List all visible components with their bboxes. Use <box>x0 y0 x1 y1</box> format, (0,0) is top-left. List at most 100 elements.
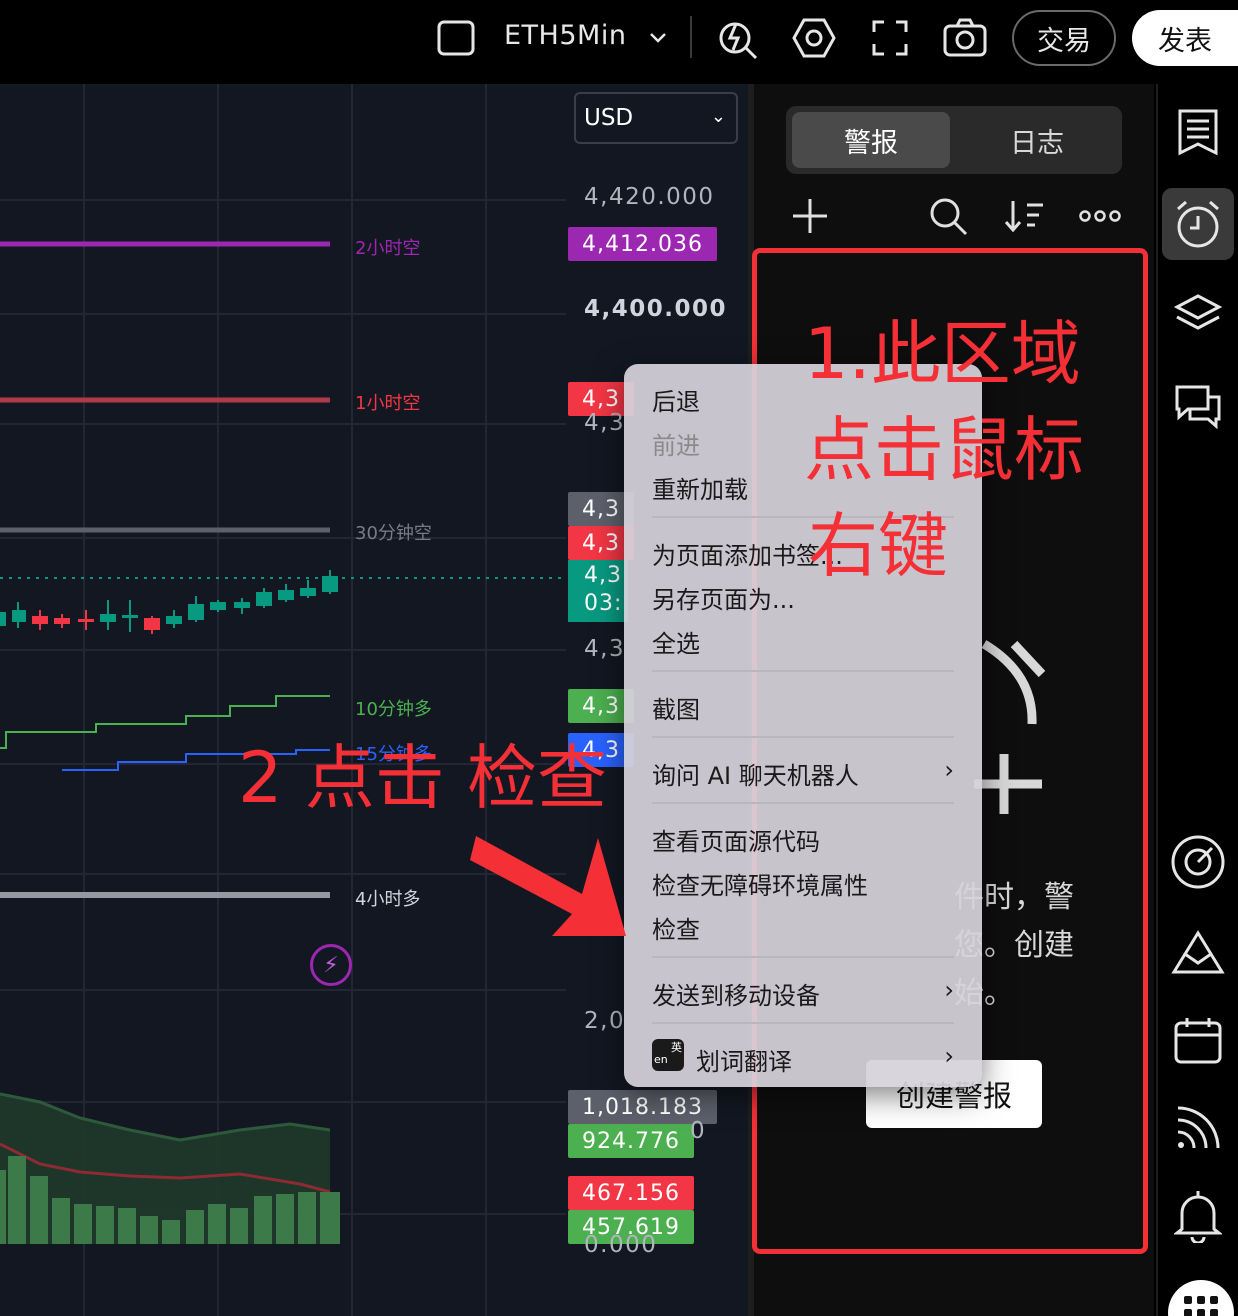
chevron-down-icon <box>650 33 666 43</box>
sidebar-item-alerts[interactable] <box>1162 188 1234 260</box>
menu-item-ask-ai[interactable]: 询问 AI 聊天机器人 <box>652 756 859 791</box>
add-alert-button[interactable] <box>788 194 832 238</box>
annotation-step-1: 1.此区域 点击鼠标 右键 <box>804 306 1084 594</box>
label-2h-short: 2小时空 <box>355 238 421 259</box>
menu-item-forward: 前进 <box>652 432 700 460</box>
label-10m-long: 10分钟多 <box>355 699 432 720</box>
sort-icon <box>1004 201 1043 233</box>
camera-icon <box>943 18 987 57</box>
volume-tag-3: 467.156 <box>568 1176 694 1210</box>
search-alerts-button[interactable] <box>926 194 970 238</box>
last-price: 4,3 <box>584 563 622 588</box>
square-icon <box>437 20 475 56</box>
calendar-icon <box>1174 1018 1222 1064</box>
chevron-right-icon: › <box>944 1042 954 1070</box>
mountain-icon <box>1171 930 1225 974</box>
currency-select[interactable]: USD ⌄ <box>574 92 738 144</box>
plus-icon <box>793 199 827 233</box>
sidebar-item-watchlist[interactable] <box>1166 100 1230 164</box>
menu-item-save-as[interactable]: 另存页面为... <box>652 580 795 615</box>
annotation-line: 右键 <box>808 505 948 587</box>
axis-tick: 4,3 <box>584 410 626 436</box>
fullscreen-button[interactable] <box>868 16 912 60</box>
annotation-step-2: 2 点击 检查 <box>238 737 608 819</box>
volume-tag-2: 924.776 <box>568 1124 694 1158</box>
broadcast-icon <box>1177 1106 1220 1149</box>
lightning-icon: ⚡ <box>323 952 339 978</box>
watchlist-icon <box>1178 109 1218 156</box>
sidebar-item-chat[interactable] <box>1166 374 1230 438</box>
menu-separator <box>652 1022 954 1024</box>
hexagon-settings-icon <box>792 18 836 58</box>
trade-button[interactable]: 交易 <box>1012 10 1116 66</box>
screenshot-button[interactable] <box>942 16 988 60</box>
menu-item-inspect[interactable]: 检查 <box>652 910 700 945</box>
axis-tick: 4,420.000 <box>584 184 715 210</box>
lightning-search-icon <box>719 22 758 60</box>
sidebar-item-ideas[interactable] <box>1166 920 1230 984</box>
menu-item-send-to-mobile[interactable]: 发送到移动设备 <box>652 976 820 1011</box>
more-icon <box>1079 210 1121 222</box>
chevron-right-icon: › <box>944 756 954 784</box>
target-icon <box>1171 835 1225 889</box>
sidebar-item-apps[interactable] <box>1168 1280 1234 1316</box>
sidebar-item-hotlist[interactable] <box>1166 830 1230 894</box>
more-options-button[interactable] <box>1078 194 1122 238</box>
symbol-name[interactable]: ETH5Min <box>504 20 626 51</box>
annotation-line: 1.此区域 <box>804 313 1081 395</box>
publish-button[interactable]: 发表 <box>1132 10 1238 66</box>
sort-alerts-button[interactable] <box>1002 194 1046 238</box>
bell-icon <box>1174 1191 1222 1243</box>
menu-item-translate[interactable]: 划词翻译 <box>696 1042 792 1077</box>
alerts-tabs: 警报 日志 <box>786 106 1122 174</box>
translate-extension-icon: 英 en <box>652 1039 684 1071</box>
settings-button[interactable] <box>792 16 836 60</box>
toolbar-divider <box>690 16 692 58</box>
alarm-clock-icon <box>1177 200 1219 248</box>
search-icon <box>930 198 968 236</box>
menu-separator <box>652 736 954 738</box>
chat-icon <box>1175 385 1221 429</box>
axis-tick: 4,3 <box>584 636 626 662</box>
axis-tick: 0.000 <box>584 1232 658 1258</box>
currency-value: USD <box>584 105 634 131</box>
label-1h-short: 1小时空 <box>355 393 421 414</box>
menu-item-inspect-accessibility[interactable]: 检查无障碍环境属性 <box>652 866 868 901</box>
top-toolbar: ETH5Min 交易 发表 <box>0 0 1238 76</box>
layout-square-button[interactable] <box>436 18 476 58</box>
fullscreen-icon <box>872 20 908 56</box>
right-sidebar <box>1156 84 1238 1316</box>
tab-log[interactable]: 日志 <box>958 112 1116 168</box>
annotation-line: 点击鼠标 <box>804 409 1084 491</box>
price-tag-last: 4,3 03: <box>568 560 628 622</box>
axis-tick: 2,0 <box>584 1008 626 1034</box>
flash-marker[interactable]: ⚡ <box>310 944 352 986</box>
menu-item-view-source[interactable]: 查看页面源代码 <box>652 822 820 857</box>
label-4h-long: 4小时多 <box>355 889 421 910</box>
sidebar-item-streams[interactable] <box>1166 1096 1230 1160</box>
sidebar-item-notifications[interactable] <box>1166 1184 1230 1248</box>
sidebar-item-layers[interactable] <box>1166 282 1230 346</box>
price-tag-2h-short: 4,412.036 <box>568 227 717 261</box>
menu-item-screenshot[interactable]: 截图 <box>652 690 700 725</box>
axis-tick: 4,400.000 <box>584 296 727 322</box>
chevron-down-icon: ⌄ <box>710 106 726 127</box>
menu-item-back[interactable]: 后退 <box>652 382 700 417</box>
quick-search-button[interactable] <box>716 16 760 60</box>
tab-alerts[interactable]: 警报 <box>792 112 950 168</box>
sidebar-item-calendar[interactable] <box>1166 1008 1230 1072</box>
menu-item-select-all[interactable]: 全选 <box>652 624 700 659</box>
annotation-arrow-icon <box>470 836 626 936</box>
menu-separator <box>652 956 954 958</box>
layers-icon <box>1174 294 1222 330</box>
label-30m-short: 30分钟空 <box>355 523 432 544</box>
menu-item-reload[interactable]: 重新加载 <box>652 470 748 505</box>
axis-tick: 0 <box>690 1118 707 1144</box>
candles <box>0 570 338 634</box>
menu-separator <box>652 802 954 804</box>
translate-badge-bottom: en <box>654 1053 668 1066</box>
symbol-dropdown-button[interactable] <box>646 24 670 52</box>
last-time: 03: <box>584 591 623 616</box>
apps-grid-icon <box>1184 1296 1218 1316</box>
menu-separator <box>652 670 954 672</box>
